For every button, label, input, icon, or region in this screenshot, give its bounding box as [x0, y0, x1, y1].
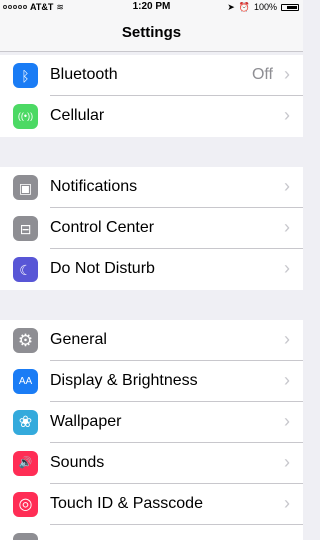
- gear-icon: ⚙: [13, 328, 38, 353]
- row-label: Sounds: [50, 454, 105, 471]
- settings-row-touch-id-passcode[interactable]: ◎ Touch ID & Passcode ›: [0, 484, 303, 525]
- status-bar: AT&T ≋ 1:20 PM ➤ ⏰ 100%: [0, 0, 303, 14]
- chevron-right-icon: ›: [284, 493, 290, 513]
- settings-row-cellular[interactable]: ((•)) Cellular ›: [0, 96, 303, 137]
- chevron-right-icon: ›: [284, 64, 290, 84]
- chevron-right-icon: ›: [284, 176, 290, 196]
- row-value: Off: [251, 66, 273, 83]
- chevron-right-icon: ›: [284, 370, 290, 390]
- bluetooth-icon: ᛒ: [13, 63, 38, 88]
- settings-row-bluetooth[interactable]: ᛒ Bluetooth Off ›: [0, 55, 303, 96]
- section-gap: [0, 137, 303, 167]
- row-label: Display & Brightness: [50, 372, 198, 389]
- row-icon: [13, 533, 38, 540]
- chevron-right-icon: ›: [284, 411, 290, 431]
- settings-row-control-center[interactable]: ⊟ Control Center ›: [0, 208, 303, 249]
- chevron-right-icon: ›: [284, 329, 290, 349]
- section-gap: [0, 290, 303, 320]
- settings-row-partial[interactable]: [0, 525, 303, 540]
- settings-row-sounds[interactable]: 🔊 Sounds ›: [0, 443, 303, 484]
- speaker-icon: 🔊: [13, 451, 38, 476]
- chevron-right-icon: ›: [284, 452, 290, 472]
- flower-icon: ❀: [13, 410, 38, 435]
- row-label: Bluetooth: [50, 66, 118, 83]
- settings-row-general[interactable]: ⚙ General ›: [0, 320, 303, 361]
- notifications-icon: ▣: [13, 175, 38, 200]
- row-label: Touch ID & Passcode: [50, 495, 203, 512]
- row-label: Cellular: [50, 107, 105, 124]
- row-label: Notifications: [50, 178, 138, 195]
- row-label: Do Not Disturb: [50, 260, 155, 277]
- settings-row-notifications[interactable]: ▣ Notifications ›: [0, 167, 303, 208]
- chevron-right-icon: ›: [284, 217, 290, 237]
- text-size-icon: AA: [13, 369, 38, 394]
- status-right: ➤ ⏰ 100%: [223, 0, 299, 14]
- fingerprint-icon: ◎: [13, 492, 38, 517]
- chevron-right-icon: ›: [284, 258, 290, 278]
- antenna-icon: ((•)): [13, 104, 38, 129]
- navigation-bar: Settings: [0, 14, 303, 52]
- settings-row-display-brightness[interactable]: AA Display & Brightness ›: [0, 361, 303, 402]
- battery-icon: [281, 3, 299, 11]
- chevron-right-icon: ›: [284, 105, 290, 125]
- battery-percent: 100%: [253, 2, 277, 12]
- row-label: Control Center: [50, 219, 155, 236]
- page-title: Settings: [121, 24, 182, 41]
- settings-row-wallpaper[interactable]: ❀ Wallpaper ›: [0, 402, 303, 443]
- settings-row-do-not-disturb[interactable]: ☾ Do Not Disturb ›: [0, 249, 303, 290]
- location-icon: ➤: [227, 2, 235, 12]
- row-label: General: [50, 331, 107, 348]
- control-center-icon: ⊟: [13, 216, 38, 241]
- alarm-icon: ⏰: [238, 2, 250, 12]
- moon-icon: ☾: [13, 257, 38, 282]
- row-label: Wallpaper: [50, 413, 122, 430]
